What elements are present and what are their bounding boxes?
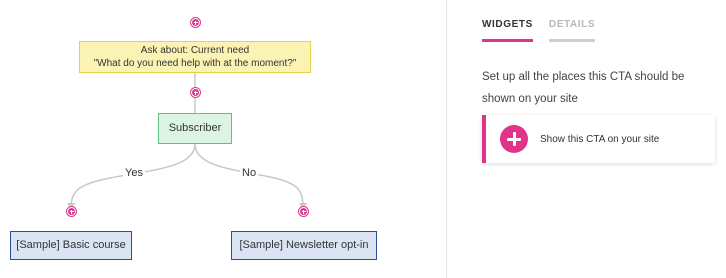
subscriber-node-label: Subscriber <box>168 122 222 134</box>
add-step-question-handle[interactable] <box>191 88 200 97</box>
edge-label-no: No <box>240 167 259 179</box>
question-node-text: "What do you need help with at the momen… <box>93 58 297 69</box>
edge-label-yes: Yes <box>123 167 145 179</box>
panel-tabs: WIDGETS DETAILS <box>482 19 596 42</box>
flow-canvas[interactable]: Ask about: Current need "What do you nee… <box>0 0 446 278</box>
outcome-node-newsletter[interactable]: [Sample] Newsletter opt-in <box>231 231 377 260</box>
show-cta-label: Show this CTA on your site <box>540 133 660 145</box>
tab-details[interactable]: DETAILS <box>548 19 596 42</box>
add-step-yes-handle[interactable] <box>67 207 76 216</box>
side-panel: WIDGETS DETAILS Set up all the places th… <box>447 0 726 278</box>
question-node-title: Ask about: Current need <box>140 45 250 56</box>
question-node[interactable]: Ask about: Current need "What do you nee… <box>79 41 311 73</box>
show-cta-on-site-button[interactable]: Show this CTA on your site <box>482 115 715 163</box>
plus-icon <box>500 125 528 153</box>
add-step-no-handle[interactable] <box>299 207 308 216</box>
add-step-top-handle[interactable] <box>191 18 200 27</box>
outcome-node-basic-course[interactable]: [Sample] Basic course <box>10 231 132 260</box>
subscriber-node[interactable]: Subscriber <box>158 113 232 144</box>
widgets-intro-text: Set up all the places this CTA should be… <box>482 71 685 105</box>
outcome-node-label: [Sample] Newsletter opt-in <box>239 239 369 251</box>
outcome-node-label: [Sample] Basic course <box>16 239 126 251</box>
tab-widgets[interactable]: WIDGETS <box>482 19 533 42</box>
